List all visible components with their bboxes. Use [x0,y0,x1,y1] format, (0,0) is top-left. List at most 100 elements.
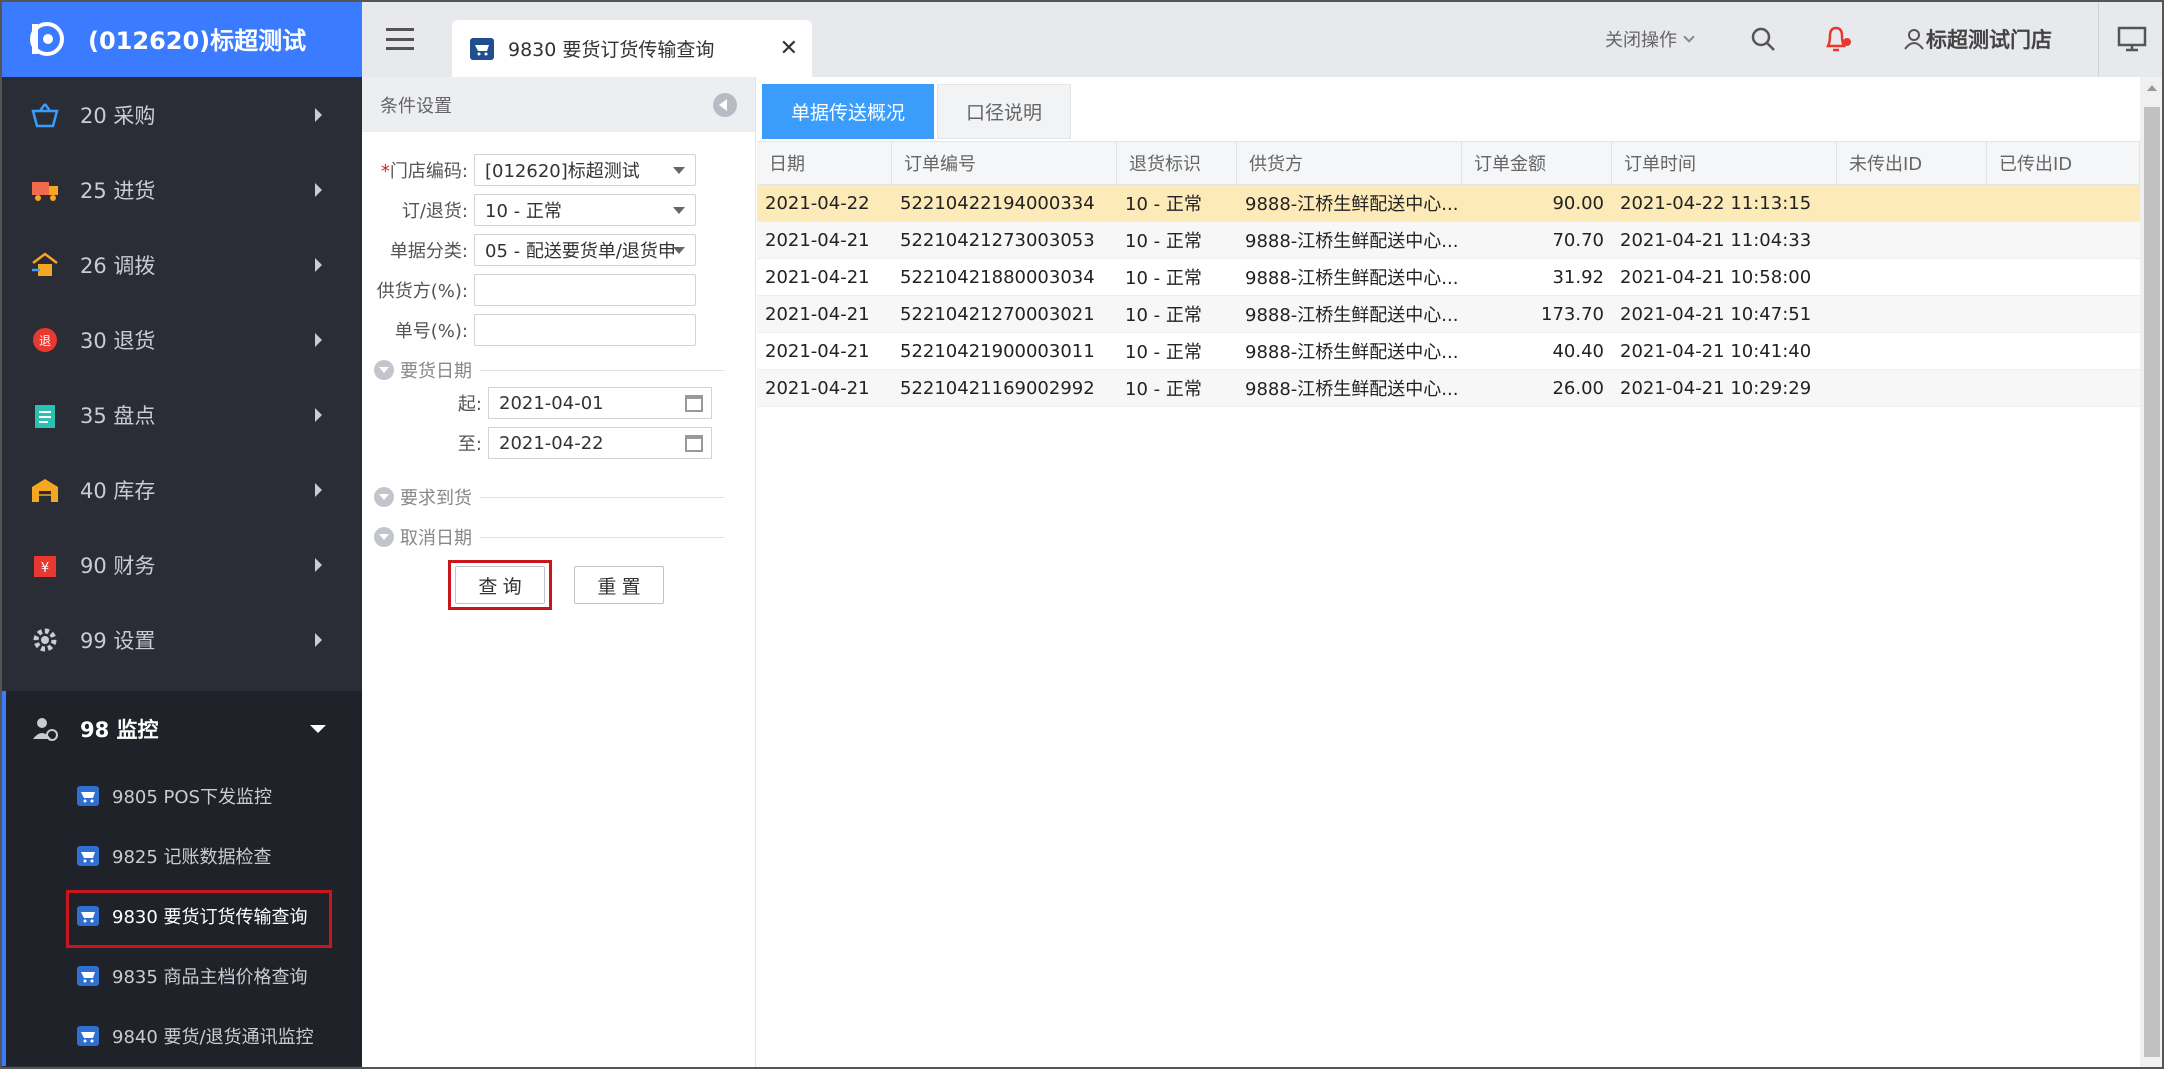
submenu-item-2[interactable]: 9830 要货订货传输查询 [6,886,362,948]
sidebar-item-label: 35 盘点 [80,403,156,428]
table-cell: 10 - 正常 [1125,231,1202,252]
column-header[interactable]: 已传出ID [1987,142,2140,184]
close-icon[interactable]: ✕ [780,36,798,61]
calendar-icon[interactable] [685,435,703,452]
sidebar-item-label: 30 退货 [80,328,156,353]
table-cell: 90.00 [1552,192,1604,214]
from-date-row: 起: 2021-04-01 [362,387,712,419]
table-row[interactable]: 2021-04-21 52210421270003021 10 - 正常 9888-江… [757,296,2140,333]
table-row[interactable]: 2021-04-21 52210421169002992 10 - 正常 9888-江… [757,370,2140,407]
order-date-group[interactable]: 要货日期 [374,357,724,383]
supplier-row: 供货方(%): [362,274,696,306]
sidebar-item-4[interactable]: 35 盘点 [0,377,362,452]
cancel-date-group-label: 取消日期 [400,528,472,549]
column-header[interactable]: 日期 [757,142,892,184]
table-cell: 9888-江桥生鲜配送中心... [1245,305,1459,326]
submenu-item-4[interactable]: 9840 要货/退货通讯监控 [6,1006,362,1066]
to-date-label: 至: [457,434,482,455]
column-header[interactable]: 退货标识 [1117,142,1237,184]
tab-definition[interactable]: 口径说明 [937,84,1071,139]
sidebar-item-label: 99 设置 [80,628,156,653]
table-cell: 173.70 [1541,303,1604,325]
column-header[interactable]: 未传出ID [1837,142,1987,184]
dropdown-arrow-icon [673,167,685,174]
vertical-scrollbar[interactable] [2140,77,2164,1069]
order-type-select[interactable]: 10 - 正常 [474,194,696,226]
table-row[interactable]: 2021-04-21 52210421880003034 10 - 正常 9888-江… [757,259,2140,296]
submenu-item-3[interactable]: 9835 商品主档价格查询 [6,946,362,1006]
search-icon[interactable] [1750,0,1776,77]
condition-title: 条件设置 [380,95,452,117]
brand-title: (012620)标超测试 [88,27,307,55]
column-header[interactable]: 订单时间 [1612,142,1837,184]
sidebar-item-6[interactable]: ¥90 财务 [0,527,362,602]
condition-header: 条件设置 [362,77,755,132]
sidebar-item-5[interactable]: 40 库存 [0,452,362,527]
dropdown-arrow-icon [673,247,685,254]
table-header: 日期 订单编号 退货标识 供货方 订单金额 订单时间 未传出ID 已传出ID [757,141,2140,185]
condition-panel: 条件设置 *门店编码: [012620]标超测试 订/退货: 10 - 正常 单… [362,77,756,1069]
from-date-input[interactable]: 2021-04-01 [488,387,712,419]
data-table: 日期 订单编号 退货标识 供货方 订单金额 订单时间 未传出ID 已传出ID 2021-04-… [757,141,2140,407]
to-date-input[interactable]: 2021-04-22 [488,427,712,459]
scroll-up-icon[interactable] [2147,85,2157,91]
reset-button[interactable]: 重 置 [574,566,664,604]
collapse-left-icon[interactable] [713,93,737,117]
table-cell [1987,185,2140,221]
table-cell [1987,370,2140,406]
clipboard-icon [30,400,60,430]
submenu-item-label: 9830 要货订货传输查询 [112,907,308,928]
table-cell [1837,370,1987,406]
svg-text:¥: ¥ [41,561,49,576]
monitor-user-icon [30,714,60,744]
sidebar-item-2[interactable]: 26 调拨 [0,227,362,302]
submenu-item-1[interactable]: 9825 记账数据检查 [6,826,362,886]
supplier-input[interactable] [474,274,696,306]
submenu-item-0[interactable]: 9805 POS下发监控 [6,766,362,826]
table-cell: 52210421270003021 [900,303,1095,325]
scroll-thumb[interactable] [2144,107,2160,1057]
cart-icon [76,786,100,806]
close-operations-dropdown[interactable]: 关闭操作 [1605,0,1695,77]
tab-9830[interactable]: 9830 要货订货传输查询 ✕ [452,20,812,77]
monitor-icon[interactable] [2098,0,2164,77]
order-type-row: 订/退货: 10 - 正常 [362,194,696,226]
store-code-label-text: 门店编码: [389,161,468,182]
bell-icon[interactable] [1822,0,1854,77]
chevron-down-icon [1683,30,1695,43]
column-header[interactable]: 订单编号 [892,142,1117,184]
cancel-date-group[interactable]: 取消日期 [374,524,724,550]
store-code-select[interactable]: [012620]标超测试 [474,154,696,186]
arrival-group[interactable]: 要求到货 [374,484,724,510]
tab-doc-overview[interactable]: 单据传送概况 [762,84,934,139]
table-row[interactable]: 2021-04-21 52210421273003053 10 - 正常 9888-江… [757,222,2140,259]
sidebar-item-1[interactable]: 25 进货 [0,152,362,227]
content-tabs: 单据传送概况 口径说明 [757,77,2140,139]
table-cell: 52210421900003011 [900,340,1095,362]
column-header[interactable]: 订单金额 [1462,142,1612,184]
user-menu[interactable]: 标超测试门店 [1902,0,2052,77]
doc-no-input[interactable] [474,314,696,346]
required-mark: * [380,161,390,182]
menu-toggle-icon[interactable] [386,28,414,50]
sidebar-item-0[interactable]: 20 采购 [0,77,362,152]
column-header[interactable]: 供货方 [1237,142,1462,184]
submenu-item-label: 9840 要货/退货通讯监控 [112,1027,314,1048]
table-cell: 9888-江桥生鲜配送中心... [1245,231,1459,252]
table-row[interactable]: 2021-04-22 52210422194000334 10 - 正常 9888-江… [757,185,2140,222]
sidebar-item-label: 98 监控 [80,717,159,742]
sidebar-item-monitor[interactable]: 98 监控 [0,691,362,766]
calendar-icon[interactable] [685,395,703,412]
table-row[interactable]: 2021-04-21 52210421900003011 10 - 正常 9888-江… [757,333,2140,370]
annotation-highlight [448,560,552,610]
gear-icon [30,625,60,655]
expand-icon [374,360,394,380]
store-code-label: *门店编码: [362,157,474,183]
sidebar-item-3[interactable]: 退 30 退货 [0,302,362,377]
sidebar-item-7[interactable]: 99 设置 [0,602,362,677]
table-cell: 52210421169002992 [900,377,1095,399]
dropdown-arrow-icon [673,207,685,214]
doc-category-select[interactable]: 05 - 配送要货单/退货申 [474,234,696,266]
user-name: 标超测试门店 [1926,27,2052,52]
table-cell: 9888-江桥生鲜配送中心... [1245,194,1459,215]
